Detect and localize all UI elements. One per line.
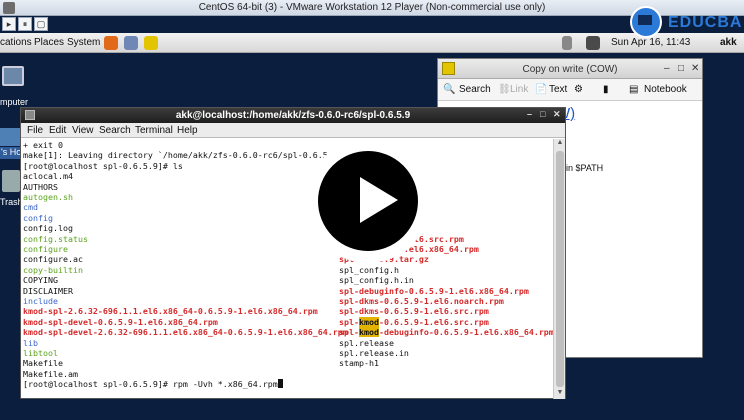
- volume-icon[interactable]: [562, 36, 572, 50]
- home-folder-label: 's Ho: [0, 147, 22, 159]
- menu-edit[interactable]: Edit: [49, 125, 66, 136]
- scroll-down-icon[interactable]: ▼: [554, 389, 566, 399]
- terminal-line-left: DISCLAIMER: [23, 285, 73, 296]
- terminal-window: akk@localhost:/home/akk/zfs-0.6.0-rc6/sp…: [20, 107, 566, 399]
- educba-brand-text: EDUCBA: [668, 14, 743, 31]
- menu-help[interactable]: Help: [177, 125, 198, 136]
- educba-watermark: EDUCBA: [630, 6, 744, 40]
- terminal-line-left: include: [23, 296, 58, 306]
- mail-icon[interactable]: [124, 36, 138, 50]
- terminal-line-right-suffix: -0.6.5.9-1.el6.src.rpm: [378, 316, 489, 327]
- notebook-button[interactable]: Notebook: [644, 84, 687, 95]
- terminal-line-left: Makefile.am: [23, 368, 78, 379]
- terminal-command-text: [root@localhost spl-0.6.5.9]# rpm -Uvh *…: [23, 379, 278, 390]
- terminal-line-left: config: [23, 212, 53, 223]
- terminal-line-left: Makefile: [23, 358, 63, 369]
- terminal-line-left: autogen.sh: [23, 192, 73, 202]
- terminal-minimize-button[interactable]: –: [527, 109, 532, 119]
- text-icon: 📄: [535, 84, 548, 95]
- terminal-line-right: spl-kmod-0.6.5.9-1.el6.src.rpm: [339, 316, 489, 327]
- search-highlight: kmod: [358, 316, 379, 327]
- link-button[interactable]: Link: [510, 84, 528, 95]
- play-icon: [360, 177, 398, 223]
- computer-icon[interactable]: [2, 66, 24, 86]
- attach-icon[interactable]: ⚙: [574, 84, 583, 95]
- notebook-text-line: in $PATH: [566, 163, 604, 173]
- terminal-cursor: [277, 379, 283, 389]
- terminal-line-right: spl.release.in: [339, 348, 409, 358]
- notes-icon[interactable]: [144, 36, 158, 50]
- notebook-icon: ▤: [629, 84, 639, 95]
- graduation-cap-icon: [638, 15, 652, 25]
- terminal-line-left: config.status: [23, 233, 88, 244]
- terminal-line-left: configure.ac: [23, 254, 83, 265]
- terminal-line-left: config.log: [23, 223, 73, 234]
- home-folder-icon[interactable]: [0, 128, 20, 146]
- terminal-line-right-suffix: -debuginfo-0.6.5.9-1.el6.x86_64.rpm: [378, 327, 554, 338]
- terminal-line-right: spl_config.h.in: [339, 275, 414, 286]
- search-button[interactable]: Search: [459, 84, 491, 95]
- vmware-fullscreen-icon[interactable]: ▢: [34, 17, 48, 31]
- search-icon[interactable]: 🔍: [443, 84, 455, 95]
- menu-terminal[interactable]: Terminal: [135, 125, 173, 136]
- terminal-line-left: configure: [23, 244, 68, 254]
- terminal-prompt-line[interactable]: [root@localhost spl-0.6.5.9]# rpm -Uvh *…: [23, 379, 283, 389]
- menu-search[interactable]: Search: [99, 125, 131, 136]
- close-button[interactable]: ✕: [691, 63, 699, 74]
- terminal-line-left: libtool: [23, 348, 58, 358]
- trash-icon[interactable]: [2, 170, 20, 192]
- maximize-button[interactable]: □: [678, 63, 684, 74]
- terminal-line-right: spl-dkms-0.6.5.9-1.el6.noarch.rpm: [339, 296, 504, 306]
- terminal-line-left: copy-builtin: [23, 264, 83, 275]
- screen: CentOS 64-bit (3) - VMware Workstation 1…: [0, 0, 744, 420]
- scroll-up-icon[interactable]: ▲: [554, 139, 566, 149]
- terminal-line-left: cmd: [23, 202, 38, 213]
- menu-applications[interactable]: cations: [0, 37, 32, 48]
- search-highlight: kmod: [358, 327, 379, 338]
- terminal-line-left: aclocal.m4: [23, 171, 73, 182]
- terminal-line-right-prefix: spl-: [339, 327, 359, 338]
- link-icon: ⛓: [498, 84, 511, 95]
- minimize-button[interactable]: –: [664, 63, 670, 74]
- vmware-suspend-icon[interactable]: ⏸: [18, 17, 32, 31]
- terminal-line-left: AUTHORS: [23, 181, 58, 192]
- terminal-maximize-button[interactable]: □: [540, 109, 545, 119]
- notebook-toolbar: 🔍 Search ⛓ Link 📄 Text ⚙ ▮ ▤ Notebook: [438, 79, 702, 101]
- menu-file[interactable]: File: [27, 125, 43, 136]
- terminal-line-left: make[1]: Leaving directory `/home/akk/zf…: [23, 150, 343, 161]
- terminal-line-left: kmod-spl-devel-2.6.32-696.1.1.el6.x86_64…: [23, 327, 348, 338]
- terminal-line-left: COPYING: [23, 275, 58, 286]
- computer-label: mputer: [0, 97, 29, 107]
- menu-system[interactable]: System: [67, 37, 100, 48]
- terminal-close-button[interactable]: ✕: [553, 109, 561, 120]
- terminal-line-right-prefix: spl-: [339, 316, 359, 327]
- terminal-line-right: spl-kmod-debuginfo-0.6.5.9-1.el6.x86_64.…: [339, 327, 554, 338]
- terminal-line-right: spl.release: [339, 337, 394, 348]
- terminal-line-right: stamp-h1: [339, 358, 379, 369]
- terminal-titlebar: akk@localhost:/home/akk/zfs-0.6.0-rc6/sp…: [21, 108, 565, 123]
- menu-view[interactable]: View: [72, 125, 94, 136]
- terminal-line-left: + exit 0: [23, 140, 63, 150]
- video-play-button[interactable]: [306, 139, 430, 263]
- notebook-title: Copy on write (COW): [522, 64, 618, 75]
- terminal-line-left: lib: [23, 337, 38, 348]
- firefox-icon[interactable]: [104, 36, 118, 50]
- terminal-line-left: kmod-spl-2.6.32-696.1.1.el6.x86_64-0.6.5…: [23, 306, 318, 317]
- terminal-title: akk@localhost:/home/akk/zfs-0.6.0-rc6/sp…: [175, 110, 411, 121]
- network-icon[interactable]: [586, 36, 600, 50]
- scrollbar-thumb[interactable]: [556, 151, 564, 387]
- terminal-line-right: spl-dkms-0.6.5.9-1.el6.src.rpm: [339, 306, 489, 317]
- text-button[interactable]: Text: [549, 84, 567, 95]
- terminal-output[interactable]: + exit 0 make[1]: Leaving directory `/hom…: [21, 139, 554, 399]
- terminal-line-left: kmod-spl-devel-0.6.5.9-1.el6.x86_64.rpm: [23, 316, 218, 327]
- vmware-player-menu-icon[interactable]: ▸: [2, 17, 16, 31]
- delete-icon[interactable]: ▮: [603, 84, 609, 95]
- terminal-line-right: spl-debuginfo-0.6.5.9-1.el6.x86_64.rpm: [339, 285, 529, 296]
- menu-places[interactable]: Places: [34, 37, 64, 48]
- terminal-menubar: File Edit View Search Terminal Help: [21, 123, 565, 138]
- terminal-line-right: spl_config.h: [339, 264, 399, 275]
- notebook-titlebar: Copy on write (COW) – □ ✕: [438, 59, 702, 79]
- terminal-line-left: [root@localhost spl-0.6.5.9]# ls: [23, 160, 183, 171]
- terminal-scrollbar[interactable]: ▲ ▼: [553, 139, 565, 399]
